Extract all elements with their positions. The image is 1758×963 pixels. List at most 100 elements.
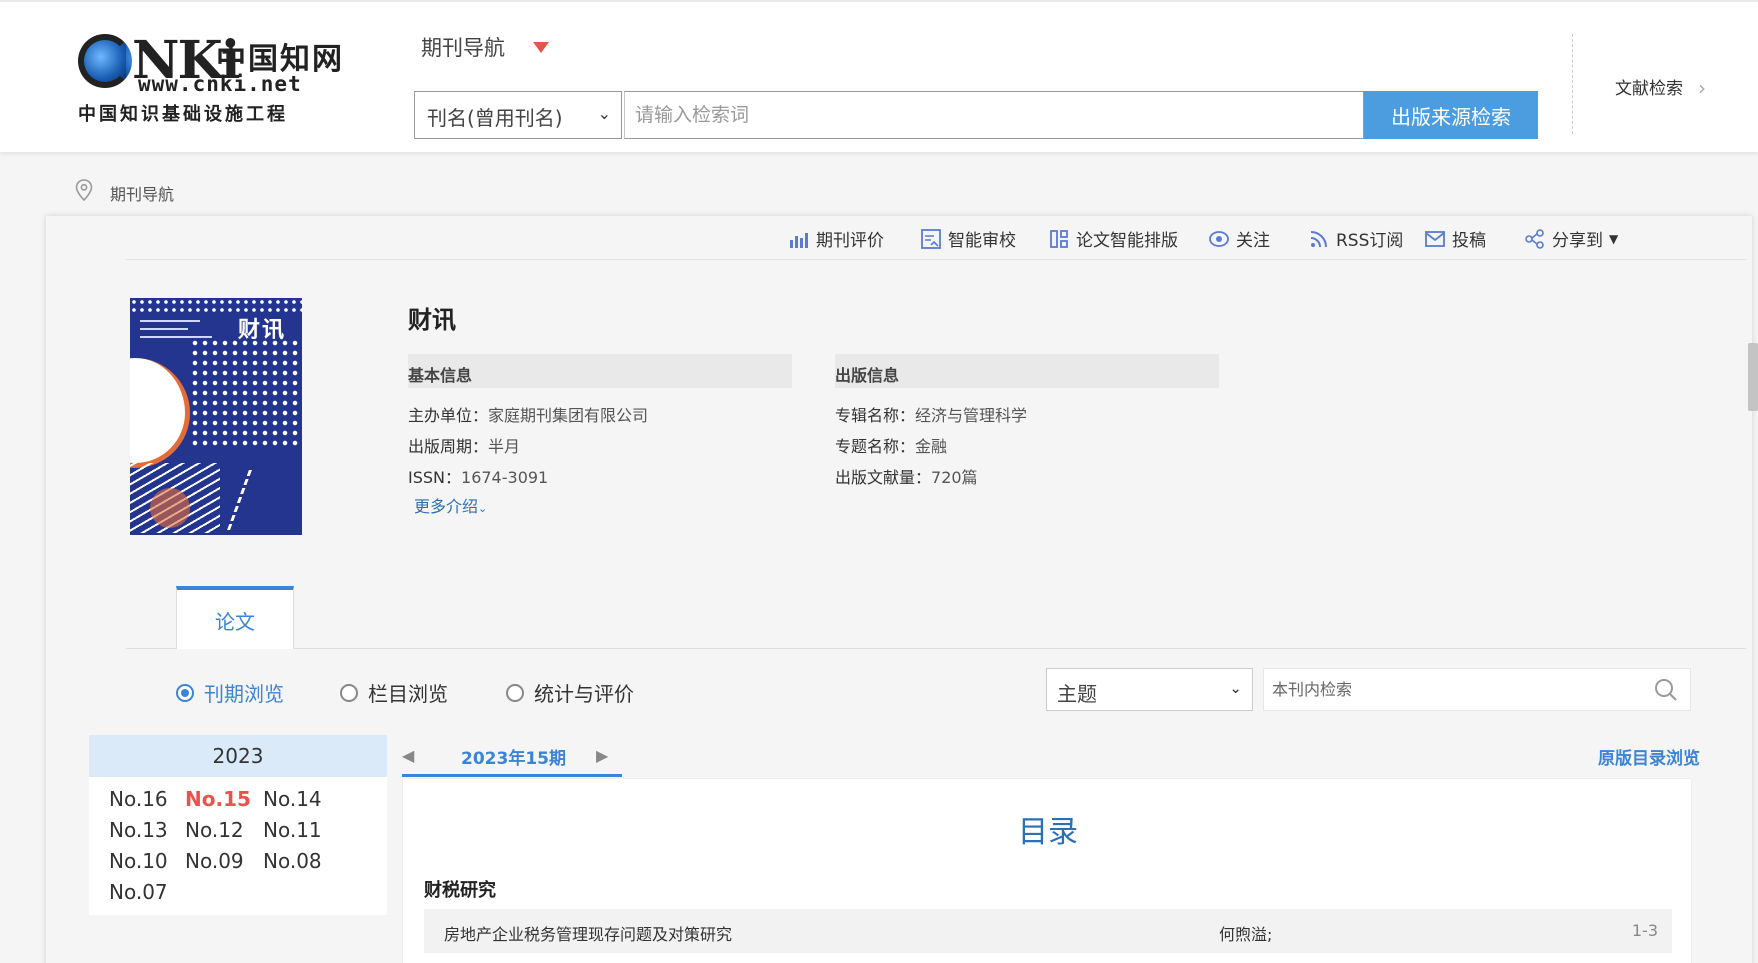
cover-zigzag: [227, 470, 302, 530]
review-doc-icon: [921, 228, 941, 249]
tab-papers[interactable]: 论文: [176, 586, 294, 649]
journal-evaluate-button[interactable]: 期刊评价: [788, 226, 884, 251]
smart-layout-label: 论文智能排版: [1076, 231, 1178, 251]
count-row: 出版文献量：720篇: [835, 464, 978, 488]
search-icon[interactable]: [1653, 677, 1679, 703]
topic-value: 金融: [915, 437, 948, 456]
publish-info-heading: 出版信息: [835, 354, 1219, 388]
issue-link[interactable]: No.07: [109, 880, 168, 904]
cover-text-line: [140, 320, 200, 322]
period-label: 出版周期：: [408, 437, 489, 456]
toc-title: 目录: [1018, 815, 1078, 850]
radio-dot: [340, 683, 358, 702]
browse-by-column-radio[interactable]: 栏目浏览: [340, 678, 448, 707]
previous-issue-arrow-icon[interactable]: ◀: [402, 746, 414, 765]
browse-by-stats-radio[interactable]: 统计与评价: [506, 678, 634, 707]
follow-button[interactable]: 关注: [1208, 226, 1270, 251]
cover-title: 财讯: [237, 317, 286, 343]
cover-circle: [130, 358, 190, 468]
search-field-select[interactable]: 刊名(曾用刊名) ⌄: [414, 91, 622, 139]
issue-link[interactable]: No.13: [109, 818, 168, 842]
share-label: 分享到: [1552, 231, 1603, 251]
article-title[interactable]: 房地产企业税务管理现存问题及对策研究: [444, 921, 732, 945]
rss-button[interactable]: RSS订阅: [1308, 226, 1403, 251]
series-label: 专辑名称：: [835, 406, 916, 425]
source-search-button[interactable]: 出版来源检索: [1364, 91, 1538, 139]
eye-icon: [1209, 230, 1229, 247]
article-row[interactable]: 房地产企业税务管理现存问题及对策研究 何煦溢; 1-3: [424, 909, 1672, 953]
sponsor-value: 家庭期刊集团有限公司: [488, 406, 649, 425]
issue-link[interactable]: No.09: [185, 849, 244, 873]
issue-link-active[interactable]: No.15: [185, 787, 251, 811]
topic-label: 专题名称：: [835, 437, 916, 456]
more-intro-link[interactable]: 更多介绍⌄: [414, 493, 487, 517]
browse-by-column-label: 栏目浏览: [368, 682, 448, 706]
journal-nav-title[interactable]: 期刊导航: [421, 32, 505, 62]
issue-link[interactable]: No.16: [109, 787, 168, 811]
mail-icon: [1425, 230, 1445, 247]
year-issue-panel: 2023 No.16 No.15 No.14 No.13 No.12 No.11…: [89, 735, 387, 915]
in-journal-field-value: 主题: [1057, 682, 1097, 706]
bar-chart-icon: [790, 232, 808, 248]
header-divider: [1572, 34, 1573, 134]
dropdown-arrow-icon[interactable]: [533, 42, 549, 53]
in-journal-field-select[interactable]: 主题 ⌄: [1046, 668, 1253, 711]
issn-row: ISSN：1674-3091: [408, 464, 548, 488]
series-row: 专辑名称：经济与管理科学: [835, 402, 1027, 426]
article-pages: 1-3: [1631, 921, 1658, 940]
tab-divider: [126, 648, 1746, 649]
article-author[interactable]: 何煦溢;: [1219, 921, 1272, 945]
chevron-down-icon: ⌄: [597, 104, 611, 123]
topic-row: 专题名称：金融: [835, 433, 947, 457]
chevron-right-icon[interactable]: ›: [1698, 76, 1706, 100]
globe-icon: [78, 34, 132, 88]
original-toc-link[interactable]: 原版目录浏览: [1598, 744, 1700, 769]
smart-layout-button[interactable]: 论文智能排版: [1048, 226, 1178, 251]
submit-label: 投稿: [1452, 231, 1486, 251]
page-scrollbar[interactable]: [1748, 343, 1758, 411]
search-field-value: 刊名(曾用刊名): [427, 106, 563, 130]
issue-link[interactable]: No.14: [263, 787, 322, 811]
issue-link[interactable]: No.08: [263, 849, 322, 873]
journal-evaluate-label: 期刊评价: [816, 231, 884, 251]
journal-toolbar: 期刊评价 智能审校 论文智能排版 关注 RSS订阅 投稿 分享到 ▼: [126, 216, 1746, 260]
issue-link[interactable]: No.11: [263, 818, 322, 842]
smart-review-label: 智能审校: [948, 231, 1016, 251]
follow-label: 关注: [1236, 231, 1270, 251]
sponsor-label: 主办单位：: [408, 406, 489, 425]
submit-button[interactable]: 投稿: [1424, 226, 1486, 251]
logo-url: www.cnki.net: [138, 72, 302, 96]
literature-search-link[interactable]: 文献检索: [1615, 74, 1683, 99]
issue-tab-underline: [402, 774, 622, 777]
radio-dot: [176, 683, 194, 702]
caret-down-icon: ▼: [1609, 231, 1619, 246]
current-issue-label: 2023年15期: [461, 749, 566, 769]
count-value: 720篇: [931, 468, 978, 487]
breadcrumb[interactable]: 期刊导航: [110, 181, 174, 205]
period-value: 半月: [488, 437, 521, 456]
smart-review-button[interactable]: 智能审校: [920, 226, 1016, 251]
year-heading[interactable]: 2023: [89, 735, 387, 777]
browse-by-issue-radio[interactable]: 刊期浏览: [176, 678, 284, 707]
logo-subtitle: 中国知识基础设施工程: [78, 104, 288, 125]
rss-label: RSS订阅: [1336, 231, 1404, 251]
cover-orange-circle: [150, 488, 190, 528]
issue-link[interactable]: No.10: [109, 849, 168, 873]
search-input[interactable]: [624, 91, 1364, 139]
journal-cover[interactable]: 财讯: [130, 298, 302, 535]
toc-section-heading: 财税研究: [424, 880, 496, 901]
journal-panel: 期刊评价 智能审校 论文智能排版 关注 RSS订阅 投稿 分享到 ▼ 财讯 财讯…: [46, 216, 1752, 963]
radio-dot: [506, 683, 524, 702]
next-issue-arrow-icon[interactable]: ▶: [596, 746, 608, 765]
issue-link[interactable]: No.12: [185, 818, 244, 842]
share-button[interactable]: 分享到 ▼: [1524, 226, 1618, 251]
layout-grid-icon: [1050, 229, 1068, 248]
browse-by-issue-label: 刊期浏览: [204, 682, 284, 706]
chevron-down-icon: ⌄: [1229, 679, 1242, 697]
basic-info-heading: 基本信息: [408, 354, 792, 388]
cnki-logo[interactable]: NKi 中国知网 www.cnki.net 中国知识基础设施工程: [78, 30, 348, 130]
journal-title: 财讯: [408, 306, 456, 334]
count-label: 出版文献量：: [835, 468, 932, 487]
cover-text-line: [140, 328, 188, 330]
in-journal-search-input[interactable]: [1263, 668, 1691, 711]
